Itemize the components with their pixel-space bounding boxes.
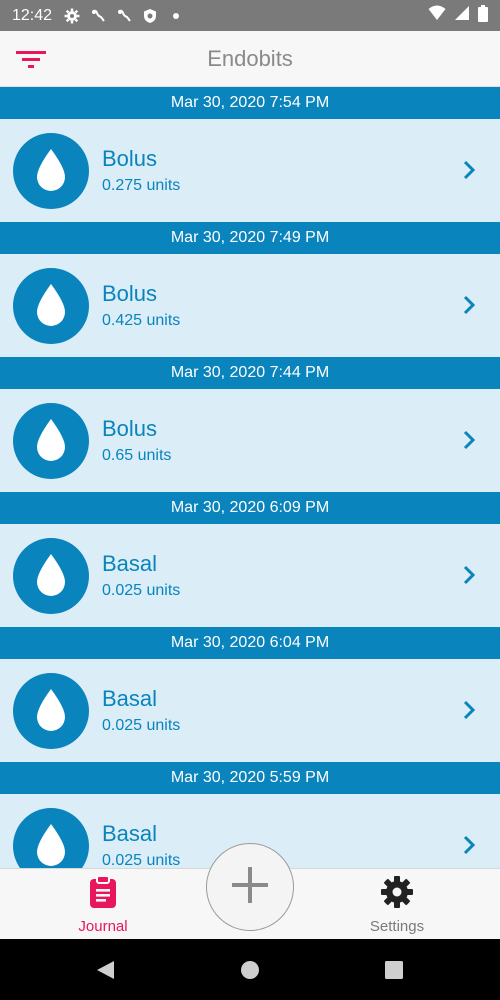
tab-settings[interactable]: Settings — [337, 875, 457, 935]
tab-journal-label: Journal — [78, 918, 128, 935]
status-bar: 12:42 — [0, 0, 500, 31]
entry-date-header: Mar 30, 2020 6:04 PM — [0, 627, 500, 659]
drop-icon — [13, 267, 89, 344]
back-icon[interactable] — [92, 957, 118, 983]
sprout-icon — [90, 8, 106, 24]
status-icons-right — [428, 4, 488, 27]
drop-icon — [13, 537, 89, 614]
wifi-icon — [428, 5, 446, 26]
page-title: Endobits — [207, 45, 293, 71]
entry-amount: 0.275 units — [102, 177, 181, 194]
list-item: Mar 30, 2020 7:54 PM Bolus 0.275 units — [0, 87, 500, 222]
entry-type: Basal — [102, 821, 158, 846]
plus-icon — [230, 865, 270, 910]
sprout-icon — [116, 8, 132, 24]
drop-icon — [13, 807, 89, 868]
chevron-right-icon — [462, 564, 476, 586]
entry-date-header: Mar 30, 2020 5:59 PM — [0, 762, 500, 794]
signal-icon — [454, 5, 470, 26]
entry-amount: 0.025 units — [102, 852, 181, 868]
tab-settings-label: Settings — [369, 918, 425, 935]
status-icons-left — [64, 8, 184, 24]
entry-date-header: Mar 30, 2020 6:09 PM — [0, 492, 500, 524]
dot-icon — [168, 8, 184, 24]
chevron-right-icon — [462, 834, 476, 856]
entry-type: Basal — [102, 551, 158, 576]
entry-amount: 0.025 units — [102, 717, 181, 734]
entry-type: Bolus — [102, 146, 158, 171]
journal-entry-card[interactable]: Basal 0.025 units — [0, 524, 500, 627]
chevron-right-icon — [462, 699, 476, 721]
entry-type: Bolus — [102, 416, 158, 441]
gear-icon — [64, 8, 80, 24]
journal-entry-card[interactable]: Bolus 0.425 units — [0, 254, 500, 357]
shield-icon — [142, 8, 158, 24]
journal-entry-card[interactable]: Basal 0.025 units — [0, 659, 500, 762]
clipboard-icon — [87, 875, 119, 914]
entry-type: Bolus — [102, 281, 158, 306]
entry-date-header: Mar 30, 2020 7:54 PM — [0, 87, 500, 119]
chevron-right-icon — [462, 294, 476, 316]
app-bar: Endobits — [0, 31, 500, 87]
battery-icon — [478, 4, 488, 27]
list-item: Mar 30, 2020 7:44 PM Bolus 0.65 units — [0, 357, 500, 492]
gear-icon — [380, 875, 414, 914]
journal-list[interactable]: Mar 30, 2020 7:54 PM Bolus 0.275 units M… — [0, 87, 500, 868]
home-icon[interactable] — [237, 957, 263, 983]
entry-amount: 0.65 units — [102, 447, 172, 464]
drop-icon — [13, 672, 89, 749]
entry-date-header: Mar 30, 2020 7:49 PM — [0, 222, 500, 254]
filter-icon[interactable] — [14, 45, 50, 73]
add-entry-button[interactable] — [206, 843, 294, 931]
recents-icon[interactable] — [381, 957, 407, 983]
entry-amount: 0.425 units — [102, 312, 181, 329]
entry-amount: 0.025 units — [102, 582, 181, 599]
journal-entry-card[interactable]: Bolus 0.275 units — [0, 119, 500, 222]
status-time: 12:42 — [12, 6, 53, 24]
list-item: Mar 30, 2020 6:04 PM Basal 0.025 units — [0, 627, 500, 762]
drop-icon — [13, 132, 89, 209]
list-item: Mar 30, 2020 6:09 PM Basal 0.025 units — [0, 492, 500, 627]
entry-type: Basal — [102, 686, 158, 711]
system-nav-bar — [0, 939, 500, 1000]
entry-date-header: Mar 30, 2020 7:44 PM — [0, 357, 500, 389]
drop-icon — [13, 402, 89, 479]
tab-journal[interactable]: Journal — [43, 875, 163, 935]
chevron-right-icon — [462, 159, 476, 181]
journal-entry-card[interactable]: Bolus 0.65 units — [0, 389, 500, 492]
list-item: Mar 30, 2020 7:49 PM Bolus 0.425 units — [0, 222, 500, 357]
chevron-right-icon — [462, 429, 476, 451]
